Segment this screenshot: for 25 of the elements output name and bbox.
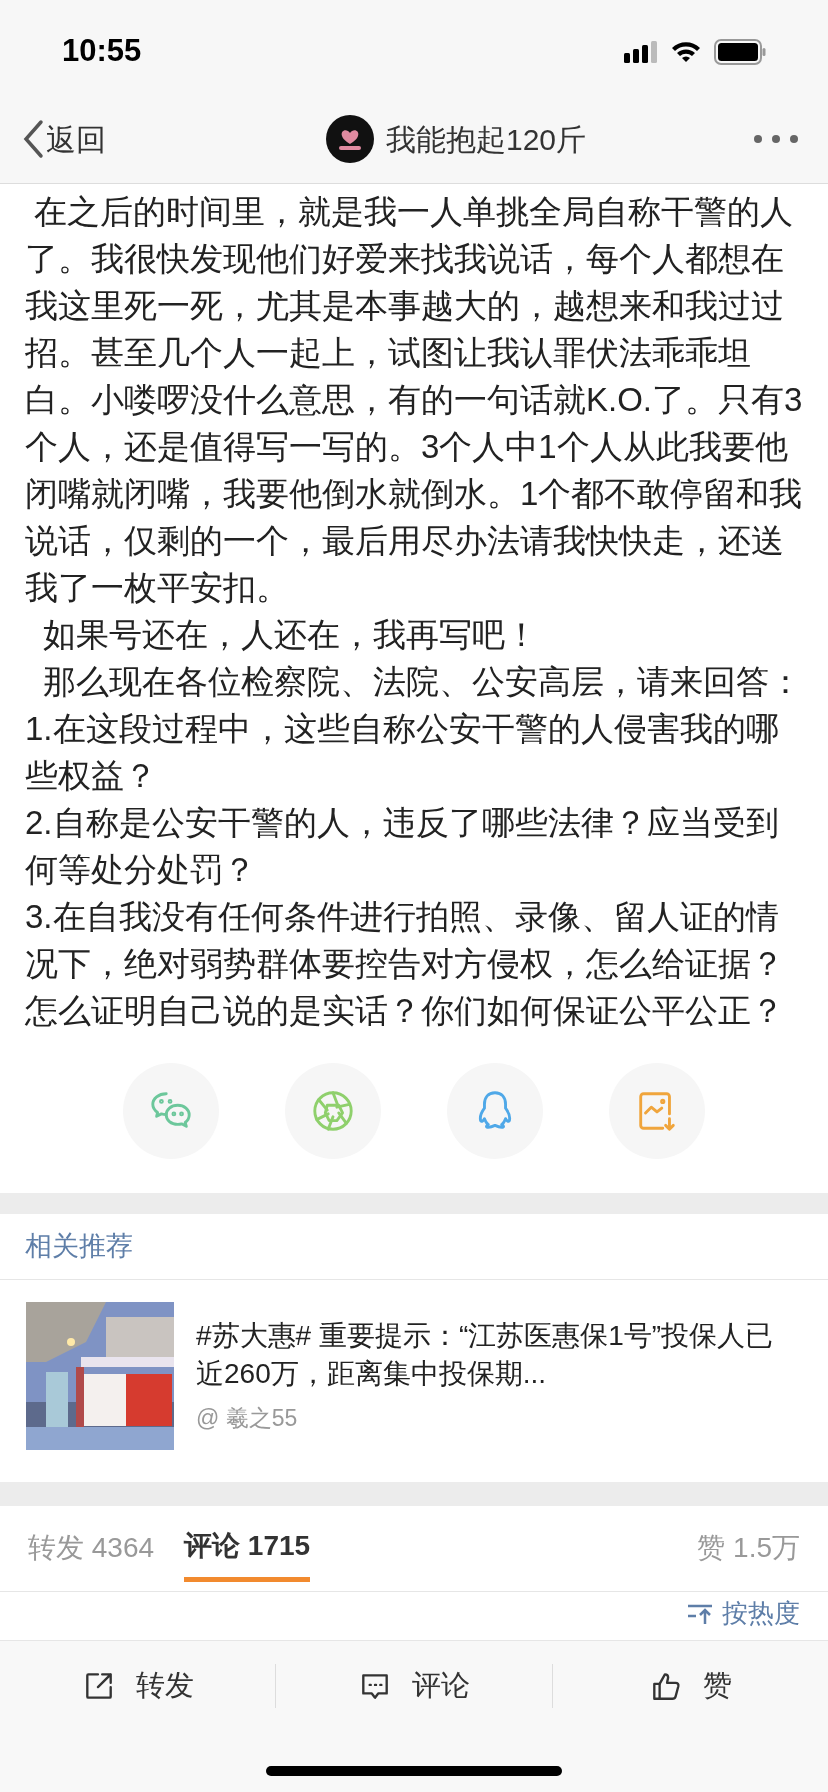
- related-author: @ 羲之55: [196, 1403, 299, 1433]
- nav-title: 我能抱起120斤: [385, 121, 587, 158]
- post-paragraph: 2.自称是公安干警的人，违反了哪些法律？应当受到何等处分处罚？: [25, 803, 780, 890]
- post-paragraph: 1.在这段过程中，这些自称公安干警的人侵害我的哪些权益？: [25, 709, 780, 796]
- signal-icon: [624, 40, 658, 63]
- related-title: #苏大惠# 重要提示：“江苏医惠保1号”投保人已近260万，距离集中投保期...: [196, 1318, 775, 1391]
- post-paragraph: 3.在自我没有任何条件进行拍照、录像、留人证的情况下，绝对弱势群体要控告对方侵权，怎么给证据？怎么证明自己说的是实话？你们如何保证公平公正？: [25, 897, 785, 1031]
- action-button[interactable]: 赞: [648, 1664, 732, 1708]
- aperture-icon: [310, 1088, 356, 1134]
- post-paragraph: 那么现在各位检察院、法院、公安高层，请来回答：: [42, 662, 804, 702]
- section-heading: 相关推荐: [25, 1230, 133, 1264]
- more-icon: [753, 134, 799, 144]
- sort-button[interactable]: 按热度: [686, 1594, 800, 1633]
- status-time: 10:55: [62, 32, 142, 71]
- avatar: [325, 115, 374, 163]
- chevron-left-icon: [22, 119, 44, 159]
- action-button[interactable]: 评论: [358, 1664, 470, 1708]
- post-paragraph: 在之后的时间里，就是我一人单挑全局自称干警的人了。我很快发现他们好爱来找我说话，每个人都想在我这里死一死，尤其是本事越大的，越想来和我过过招。甚至几个人一起上，试图让我认罪伏法乖乖坦白。小喽啰没什么意思，有的一句话就K.O.了。只有3个人，还是值得写一写的。3个人中1个人从此我要他闭嘴就闭嘴，我要他倒水就倒水。1个都不敢停留和我说话，仅剩的一个，最后用尽办法请我快快走，还送我了一枚平安扣。: [25, 192, 804, 608]
- battery-icon: [714, 38, 766, 65]
- tab[interactable]: 评论 1715: [184, 1506, 311, 1582]
- back-button[interactable]: 返回: [22, 116, 106, 162]
- related-post[interactable]: #苏大惠# 重要提示：“江苏医惠保1号”投保人已近260万，距离集中投保期... @ 羲之55: [0, 1280, 828, 1482]
- action-button[interactable]: 转发: [81, 1664, 194, 1708]
- wifi-icon: [670, 39, 702, 64]
- post-paragraph: 如果号还在，人还在，我再写吧！: [42, 615, 540, 655]
